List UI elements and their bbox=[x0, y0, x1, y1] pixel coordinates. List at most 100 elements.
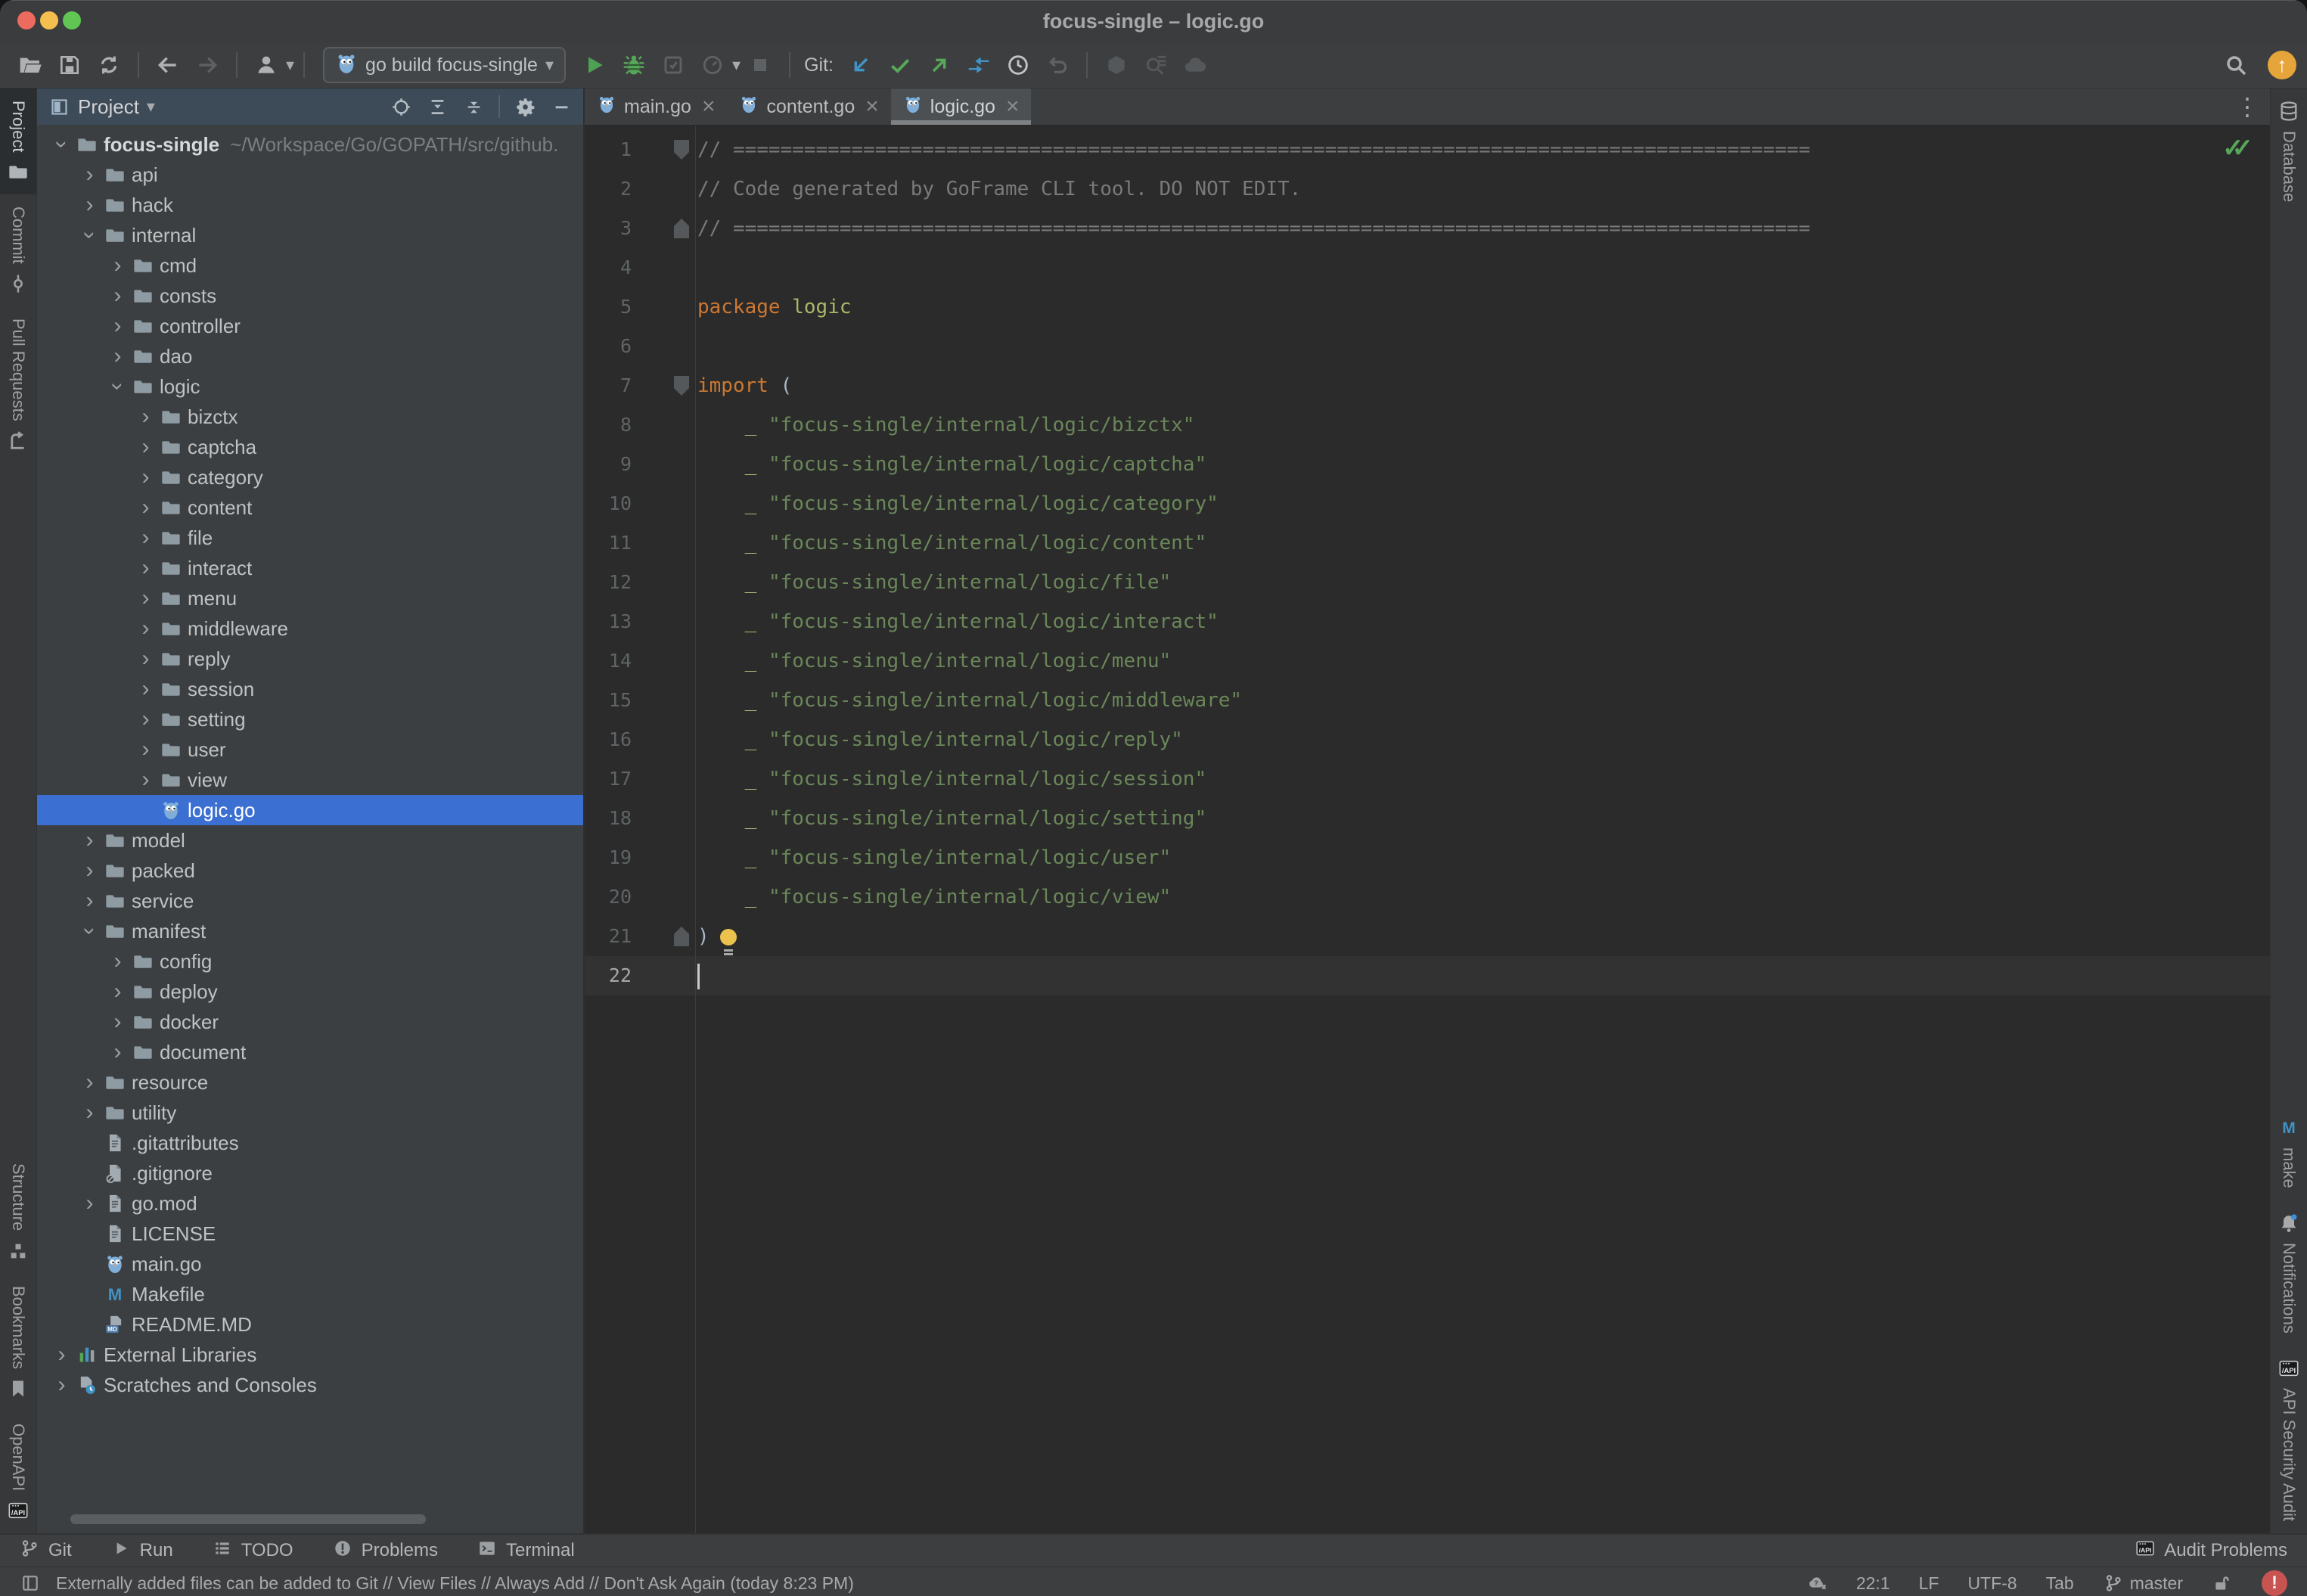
chevron-icon[interactable]: › bbox=[103, 1037, 132, 1067]
file-encoding[interactable]: UTF-8 bbox=[1967, 1573, 2017, 1594]
cloud-icon[interactable] bbox=[1181, 51, 1209, 79]
line-number[interactable]: 20 bbox=[585, 877, 632, 917]
tree-item-middleware[interactable]: ›middleware bbox=[37, 613, 583, 644]
chevron-icon[interactable]: › bbox=[75, 221, 105, 250]
tool-window-button-notifications[interactable]: Notifications bbox=[2271, 1200, 2307, 1346]
tree-item-service[interactable]: ›service bbox=[37, 886, 583, 916]
tool-window-button-pull-requests[interactable]: Pull Requests bbox=[0, 306, 36, 464]
tool-window-button-audit-problems[interactable]: /APIAudit Problems bbox=[2135, 1539, 2287, 1563]
sync-icon[interactable] bbox=[95, 51, 123, 79]
chevron-icon[interactable]: › bbox=[103, 372, 133, 402]
tree-item-content[interactable]: ›content bbox=[37, 492, 583, 523]
chevron-icon[interactable]: › bbox=[131, 704, 160, 734]
tab-content-go[interactable]: content.go× bbox=[727, 88, 890, 125]
tree-item-main-go[interactable]: main.go bbox=[37, 1249, 583, 1279]
line-number[interactable]: 1 bbox=[585, 130, 632, 169]
hide-panel-icon[interactable] bbox=[550, 95, 573, 118]
code-line-12[interactable]: 12 _ "focus-single/internal/logic/file" bbox=[585, 563, 2270, 602]
stop-button[interactable] bbox=[746, 51, 775, 79]
tree-item-external-libraries[interactable]: ›External Libraries bbox=[37, 1340, 583, 1370]
close-icon[interactable]: × bbox=[865, 95, 879, 118]
tool-window-button-bookmarks[interactable]: Bookmarks bbox=[0, 1274, 36, 1411]
code-line-2[interactable]: 2// Code generated by GoFrame CLI tool. … bbox=[585, 169, 2270, 209]
chevron-icon[interactable]: › bbox=[75, 825, 104, 855]
code-line-8[interactable]: 8 _ "focus-single/internal/logic/bizctx" bbox=[585, 405, 2270, 445]
tree-item-file[interactable]: ›file bbox=[37, 523, 583, 553]
code-line-11[interactable]: 11 _ "focus-single/internal/logic/conten… bbox=[585, 523, 2270, 563]
tree-item-setting[interactable]: ›setting bbox=[37, 704, 583, 734]
git-update-icon[interactable] bbox=[846, 51, 875, 79]
tree-item-model[interactable]: ›model bbox=[37, 825, 583, 855]
tree-item-interact[interactable]: ›interact bbox=[37, 553, 583, 583]
tree-item-captcha[interactable]: ›captcha bbox=[37, 432, 583, 462]
chevron-icon[interactable]: › bbox=[75, 855, 104, 886]
tree-item-license[interactable]: LICENSE bbox=[37, 1219, 583, 1249]
tree-item-scratches-and-consoles[interactable]: ›Scratches and Consoles bbox=[37, 1370, 583, 1400]
line-number[interactable]: 8 bbox=[585, 405, 632, 445]
forward-icon[interactable] bbox=[193, 51, 222, 79]
indent-style[interactable]: Tab bbox=[2046, 1573, 2074, 1594]
code-line-3[interactable]: 3// ====================================… bbox=[585, 209, 2270, 248]
user-icon[interactable] bbox=[252, 51, 281, 79]
tab-main-go[interactable]: main.go× bbox=[585, 88, 727, 125]
chevron-icon[interactable]: › bbox=[75, 1098, 104, 1128]
coverage-button[interactable] bbox=[659, 51, 688, 79]
tool-window-button-git[interactable]: Git bbox=[20, 1539, 72, 1563]
code-line-20[interactable]: 20 _ "focus-single/internal/logic/view" bbox=[585, 877, 2270, 917]
line-number[interactable]: 21 bbox=[585, 917, 632, 956]
chevron-icon[interactable]: › bbox=[47, 130, 77, 160]
history-icon[interactable] bbox=[1004, 51, 1032, 79]
chevron-icon[interactable]: › bbox=[131, 765, 160, 795]
tree-item-api[interactable]: ›api bbox=[37, 160, 583, 190]
fold-marker-icon[interactable] bbox=[674, 219, 689, 238]
line-separator[interactable]: LF bbox=[1919, 1573, 1939, 1594]
code-line-18[interactable]: 18 _ "focus-single/internal/logic/settin… bbox=[585, 799, 2270, 838]
code-line-4[interactable]: 4 bbox=[585, 248, 2270, 287]
run-button[interactable] bbox=[580, 51, 609, 79]
code-line-7[interactable]: 7import ( bbox=[585, 366, 2270, 405]
tree-item-focus-single[interactable]: ›focus-single~/Workspace/Go/GOPATH/src/g… bbox=[37, 129, 583, 160]
layout-toggle-icon[interactable] bbox=[20, 1573, 41, 1594]
line-number[interactable]: 17 bbox=[585, 759, 632, 799]
tool-window-button-commit[interactable]: Commit bbox=[0, 194, 36, 306]
debug-button[interactable] bbox=[619, 51, 648, 79]
code-line-17[interactable]: 17 _ "focus-single/internal/logic/sessio… bbox=[585, 759, 2270, 799]
chevron-icon[interactable]: › bbox=[103, 311, 132, 341]
tree-item-deploy[interactable]: ›deploy bbox=[37, 977, 583, 1007]
tree-item-cmd[interactable]: ›cmd bbox=[37, 250, 583, 281]
code-line-6[interactable]: 6 bbox=[585, 327, 2270, 366]
tool-window-button-terminal[interactable]: Terminal bbox=[477, 1539, 575, 1563]
tree-item-logic-go[interactable]: logic.go bbox=[37, 795, 583, 825]
chevron-icon[interactable]: › bbox=[131, 402, 160, 432]
tree-item-go-mod[interactable]: ›go.mod bbox=[37, 1188, 583, 1219]
chevron-icon[interactable]: › bbox=[131, 462, 160, 492]
chevron-icon[interactable]: › bbox=[131, 734, 160, 765]
tool-window-button-project[interactable]: Project bbox=[0, 88, 36, 194]
code-line-13[interactable]: 13 _ "focus-single/internal/logic/intera… bbox=[585, 602, 2270, 641]
line-number[interactable]: 19 bbox=[585, 838, 632, 877]
line-number[interactable]: 15 bbox=[585, 681, 632, 720]
tree-item-controller[interactable]: ›controller bbox=[37, 311, 583, 341]
tree-item-category[interactable]: ›category bbox=[37, 462, 583, 492]
horizontal-scrollbar[interactable] bbox=[70, 1514, 426, 1524]
tool-window-button-openapi[interactable]: OpenAPI/API bbox=[0, 1411, 36, 1533]
tree-item-makefile[interactable]: MMakefile bbox=[37, 1279, 583, 1309]
hexagon-icon[interactable] bbox=[1102, 51, 1131, 79]
tab-logic-go[interactable]: logic.go× bbox=[891, 88, 1032, 125]
tree-item-packed[interactable]: ›packed bbox=[37, 855, 583, 886]
line-number[interactable]: 3 bbox=[585, 209, 632, 248]
chevron-icon[interactable]: › bbox=[131, 583, 160, 613]
tree-item-manifest[interactable]: ›manifest bbox=[37, 916, 583, 946]
tool-window-button-run[interactable]: Run bbox=[111, 1539, 173, 1563]
close-icon[interactable]: × bbox=[1006, 95, 1020, 118]
chevron-icon[interactable]: › bbox=[103, 250, 132, 281]
chevron-icon[interactable]: › bbox=[131, 432, 160, 462]
tree-item-menu[interactable]: ›menu bbox=[37, 583, 583, 613]
tree-item-reply[interactable]: ›reply bbox=[37, 644, 583, 674]
tool-window-button-todo[interactable]: TODO bbox=[213, 1539, 293, 1563]
chevron-icon[interactable]: › bbox=[131, 492, 160, 523]
tool-window-button-structure[interactable]: Structure bbox=[0, 1151, 36, 1273]
fold-marker-icon[interactable] bbox=[674, 927, 689, 946]
run-configuration-select[interactable]: go build focus-single ▾ bbox=[323, 47, 566, 83]
chevron-icon[interactable]: › bbox=[103, 977, 132, 1007]
